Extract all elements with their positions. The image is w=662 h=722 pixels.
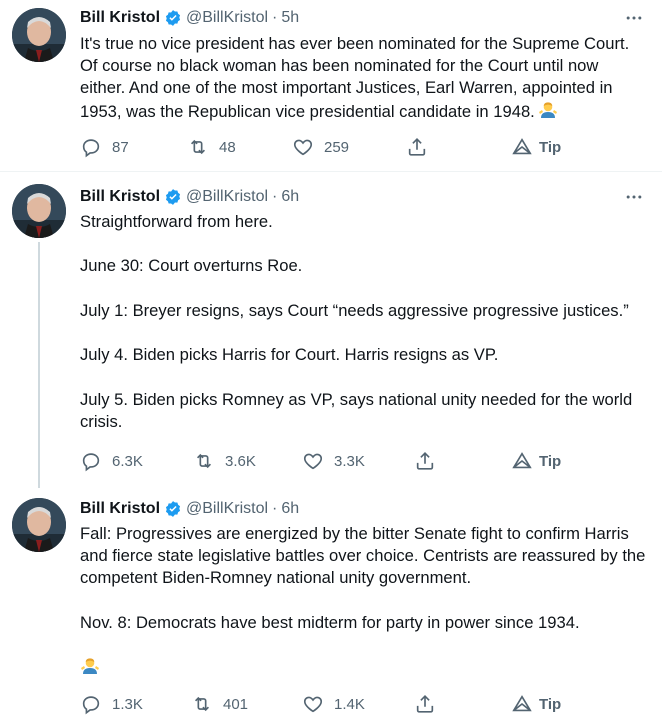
separator: · bbox=[272, 188, 278, 205]
like-button[interactable]: 1.4K bbox=[302, 693, 365, 715]
verified-badge-icon bbox=[165, 10, 181, 26]
tip-button[interactable]: Tip bbox=[511, 450, 561, 472]
tweet-actions: 87 48 259 Tip bbox=[80, 136, 570, 160]
share-button[interactable] bbox=[414, 450, 436, 472]
tip-icon bbox=[512, 452, 532, 469]
tweet-header: Bill Kristol @BillKristol · 6h bbox=[80, 498, 299, 520]
timestamp[interactable]: 5h bbox=[281, 9, 299, 27]
like-count: 3.3K bbox=[334, 452, 365, 470]
reply-icon bbox=[82, 453, 100, 472]
author-handle[interactable]: @BillKristol bbox=[186, 188, 268, 206]
share-icon bbox=[416, 695, 434, 713]
tweet-actions: 6.3K 3.6K 3.3K Tip bbox=[80, 450, 570, 474]
thread-connector-line bbox=[38, 242, 40, 488]
tweet-text: Fall: Progressives are energized by the … bbox=[80, 523, 646, 679]
tip-label: Tip bbox=[539, 452, 562, 470]
separator: · bbox=[272, 9, 278, 26]
author-name[interactable]: Bill Kristol bbox=[80, 500, 160, 518]
like-count: 259 bbox=[324, 138, 350, 156]
share-button[interactable] bbox=[406, 136, 428, 158]
reply-count: 6.3K bbox=[112, 452, 143, 470]
retweet-button[interactable]: 48 bbox=[187, 136, 236, 158]
heart-icon bbox=[303, 696, 323, 713]
retweet-count: 3.6K bbox=[225, 452, 256, 470]
tweet-text-body: Fall: Progressives are energized by the … bbox=[80, 524, 646, 632]
reply-icon bbox=[82, 696, 100, 715]
author-handle[interactable]: @BillKristol bbox=[186, 9, 268, 27]
author-name[interactable]: Bill Kristol bbox=[80, 9, 160, 27]
author-name[interactable]: Bill Kristol bbox=[80, 188, 160, 206]
retweet-button[interactable]: 3.6K bbox=[193, 450, 256, 472]
tip-icon bbox=[512, 695, 532, 712]
tweet-actions: 1.3K 401 1.4K Tip bbox=[80, 693, 570, 717]
separator: · bbox=[272, 500, 278, 517]
timestamp[interactable]: 6h bbox=[281, 188, 299, 206]
tip-button[interactable]: Tip bbox=[511, 136, 561, 158]
tweet-header: Bill Kristol @BillKristol · 5h bbox=[80, 7, 299, 29]
retweet-count: 48 bbox=[219, 138, 236, 156]
share-icon bbox=[416, 452, 434, 470]
person-shrugging-emoji bbox=[538, 102, 557, 118]
tip-icon bbox=[512, 138, 532, 155]
more-options-icon[interactable] bbox=[624, 8, 644, 28]
share-button[interactable] bbox=[414, 693, 436, 715]
retweet-icon bbox=[196, 453, 212, 469]
like-button[interactable]: 3.3K bbox=[302, 450, 365, 472]
tip-button[interactable]: Tip bbox=[511, 693, 561, 715]
share-icon bbox=[408, 138, 426, 156]
avatar[interactable] bbox=[12, 8, 66, 62]
tip-label: Tip bbox=[539, 138, 562, 156]
retweet-icon bbox=[194, 696, 210, 712]
verified-badge-icon bbox=[165, 501, 181, 517]
reply-button[interactable]: 87 bbox=[80, 136, 129, 158]
tweet-header: Bill Kristol @BillKristol · 6h bbox=[80, 186, 299, 208]
reply-icon bbox=[82, 139, 100, 158]
reply-button[interactable]: 1.3K bbox=[80, 693, 143, 715]
author-handle[interactable]: @BillKristol bbox=[186, 500, 268, 518]
retweet-count: 401 bbox=[223, 695, 249, 713]
verified-badge-icon bbox=[165, 189, 181, 205]
avatar[interactable] bbox=[12, 184, 66, 238]
tweet-text: Straightforward from here. June 30: Cour… bbox=[80, 212, 633, 431]
heart-icon bbox=[303, 453, 323, 470]
avatar[interactable] bbox=[12, 498, 66, 552]
retweet-button[interactable]: 401 bbox=[191, 693, 248, 715]
like-button[interactable]: 259 bbox=[292, 136, 349, 158]
reply-button[interactable]: 6.3K bbox=[80, 450, 143, 472]
person-shrugging-emoji bbox=[81, 658, 99, 675]
tweet-1[interactable]: Bill Kristol @BillKristol · 5h It's true… bbox=[0, 0, 662, 171]
tweet-text: It's true no vice president has ever bee… bbox=[80, 33, 646, 123]
tweet-3[interactable]: Bill Kristol @BillKristol · 6h Fall: Pro… bbox=[0, 486, 662, 722]
like-count: 1.4K bbox=[334, 695, 365, 713]
tweet-2[interactable]: Bill Kristol @BillKristol · 6h Straightf… bbox=[0, 172, 662, 488]
more-options-icon[interactable] bbox=[624, 187, 644, 207]
heart-icon bbox=[293, 139, 313, 156]
reply-count: 1.3K bbox=[112, 695, 143, 713]
retweet-icon bbox=[190, 139, 206, 155]
timestamp[interactable]: 6h bbox=[281, 500, 299, 518]
reply-count: 87 bbox=[112, 138, 129, 156]
tip-label: Tip bbox=[539, 695, 562, 713]
